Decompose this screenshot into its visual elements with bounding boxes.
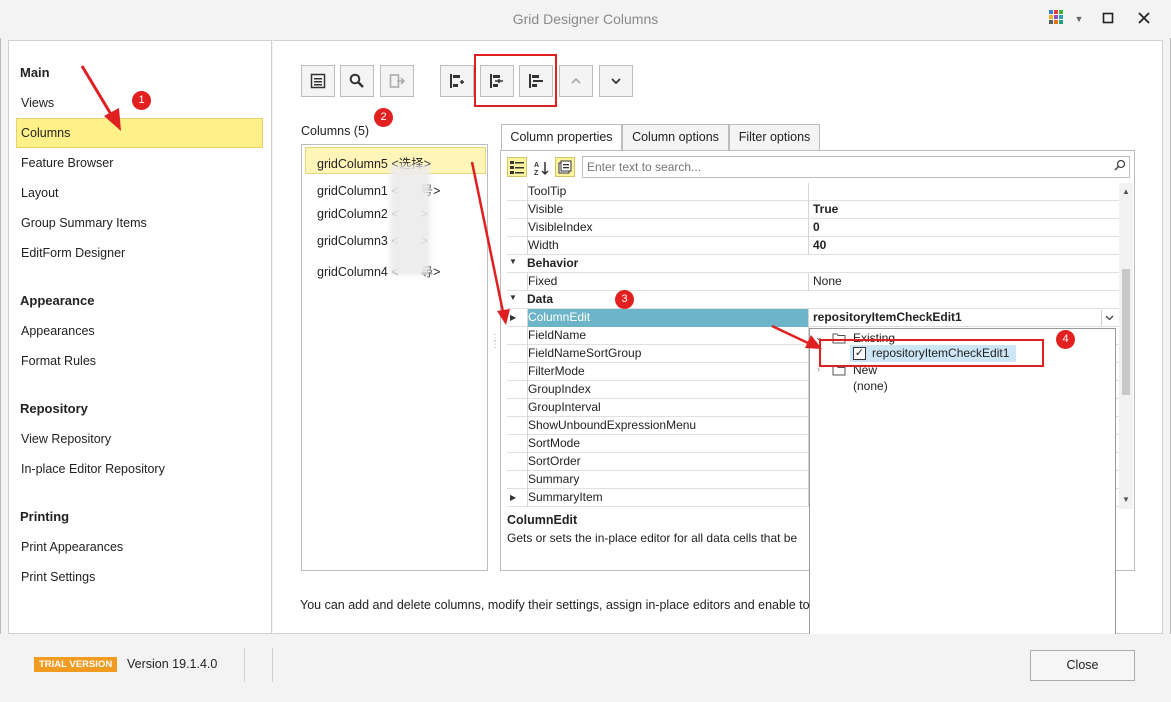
version-label: Version 19.1.4.0 — [127, 657, 218, 671]
close-button[interactable]: Close — [1030, 650, 1135, 681]
annotation-badge-4: 4 — [1056, 330, 1075, 349]
annotation-badge-2: 2 — [374, 108, 393, 127]
footer-divider-left — [244, 648, 245, 682]
footer-divider — [272, 648, 273, 682]
trial-version-badge: TRIAL VERSION — [34, 657, 118, 672]
annotation-badge-1: 1 — [132, 91, 151, 110]
annotation-badge-3: 3 — [615, 290, 634, 309]
annotation-arrows — [80, 65, 822, 349]
